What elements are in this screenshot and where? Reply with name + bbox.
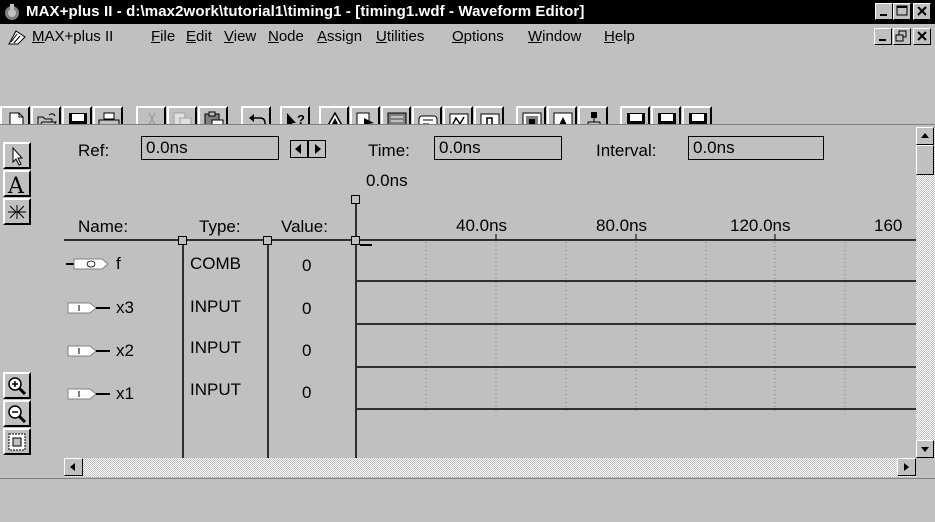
arrow-up-icon [921, 133, 929, 138]
signal-name: f [116, 254, 121, 273]
scroll-down-button[interactable] [916, 440, 934, 458]
signal-type: INPUT [190, 297, 241, 316]
signal-name: x1 [116, 384, 134, 403]
scroll-left-button[interactable] [64, 458, 83, 476]
arrow-left-icon [70, 463, 75, 471]
output-pin-icon [66, 258, 109, 270]
signal-name: x3 [116, 298, 134, 317]
signal-name: x2 [116, 341, 134, 360]
status-bar [0, 478, 935, 522]
input-pin-icon [67, 388, 110, 400]
signal-value: 0 [302, 341, 312, 360]
arrow-down-icon [921, 447, 929, 452]
arrow-right-icon [904, 463, 909, 471]
signal-type: INPUT [190, 380, 241, 399]
scroll-up-button[interactable] [916, 127, 934, 145]
horizontal-scrollbar[interactable] [64, 458, 916, 477]
type-column-handle[interactable] [178, 236, 187, 245]
vertical-scroll-thumb[interactable] [916, 145, 934, 175]
signal-type: COMB [190, 254, 241, 273]
signal-value: 0 [302, 299, 312, 318]
scroll-right-button[interactable] [897, 458, 916, 476]
input-pin-icon [67, 302, 110, 314]
time-cursor-handle[interactable] [351, 236, 360, 245]
waveform-grid [64, 200, 916, 458]
input-pin-icon [67, 345, 110, 357]
signal-value: 0 [302, 383, 312, 402]
value-column-handle[interactable] [263, 236, 272, 245]
vertical-scrollbar[interactable] [916, 127, 935, 458]
signal-value: 0 [302, 256, 312, 275]
ref-cursor-handle[interactable] [351, 195, 360, 204]
signal-type: INPUT [190, 338, 241, 357]
palette-divider [0, 458, 64, 477]
scrollbar-corner [916, 458, 935, 477]
